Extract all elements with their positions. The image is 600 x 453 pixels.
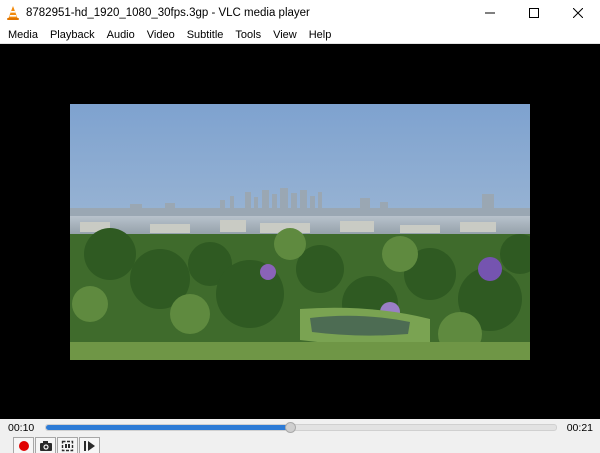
video-frame: [70, 104, 530, 360]
menu-video[interactable]: Video: [141, 26, 181, 44]
video-area[interactable]: [0, 44, 600, 419]
minimize-icon: [485, 12, 495, 14]
record-icon: [18, 440, 29, 451]
frame-step-button[interactable]: [79, 437, 100, 453]
record-button[interactable]: [13, 437, 34, 453]
total-time: 00:21: [566, 422, 593, 434]
seek-slider[interactable]: [45, 422, 557, 433]
seek-bar: 00:10 00:21: [0, 419, 600, 437]
menu-playback[interactable]: Playback: [44, 26, 101, 44]
window-title: 8782951-hd_1920_1080_30fps.3gp - VLC med…: [26, 7, 310, 19]
snapshot-icon: [39, 440, 52, 451]
minimize-button[interactable]: [468, 0, 512, 26]
menu-audio[interactable]: Audio: [101, 26, 141, 44]
menu-help[interactable]: Help: [303, 26, 338, 44]
menu-bar: Media Playback Audio Video Subtitle Tool…: [0, 26, 600, 44]
vlc-cone-icon: [0, 0, 26, 26]
close-icon: [573, 8, 583, 18]
control-bar: [0, 437, 600, 453]
maximize-button[interactable]: [512, 0, 556, 26]
city-skyline-picture: [70, 104, 530, 360]
close-button[interactable]: [556, 0, 600, 26]
frame-step-icon: [84, 440, 95, 451]
loop-ab-icon: [61, 440, 74, 451]
menu-subtitle[interactable]: Subtitle: [181, 26, 230, 44]
title-bar: 8782951-hd_1920_1080_30fps.3gp - VLC med…: [0, 0, 600, 26]
seek-progress: [46, 425, 291, 430]
menu-tools[interactable]: Tools: [229, 26, 267, 44]
menu-media[interactable]: Media: [2, 26, 44, 44]
seek-handle[interactable]: [284, 422, 296, 433]
snapshot-button[interactable]: [35, 437, 56, 453]
loop-ab-button[interactable]: [57, 437, 78, 453]
menu-view[interactable]: View: [267, 26, 303, 44]
maximize-icon: [529, 8, 539, 18]
elapsed-time: 00:10: [8, 422, 35, 434]
